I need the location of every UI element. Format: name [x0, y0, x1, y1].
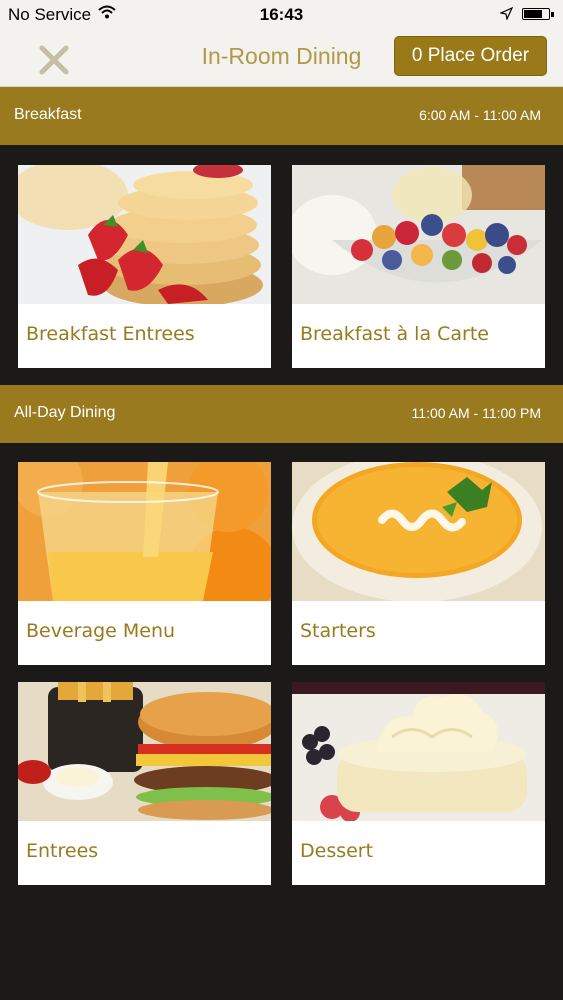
menu-card-label: Breakfast à la Carte — [300, 323, 489, 345]
menu-card-label: Beverage Menu — [26, 620, 176, 642]
section-header-breakfast: Breakfast 6:00 AM - 11:00 AM — [0, 87, 563, 145]
section-hours: 11:00 AM - 11:00 PM — [411, 405, 541, 421]
section-header-all-day-dining: All-Day Dining 11:00 AM - 11:00 PM — [0, 385, 563, 443]
orange-juice-photo — [18, 462, 271, 601]
menu-card-breakfast-entrees[interactable]: Breakfast Entrees — [18, 165, 271, 368]
pancakes-strawberries-photo — [18, 165, 271, 304]
location-arrow-icon — [499, 5, 514, 25]
menu-card-label: Entrees — [26, 840, 99, 862]
clock: 16:43 — [259, 5, 304, 24]
menu-card-breakfast-a-la-carte[interactable]: Breakfast à la Carte — [292, 165, 545, 368]
fruit-bowl-photo — [292, 165, 545, 304]
menu-card-label: Starters — [300, 620, 376, 642]
menu-card-label: Breakfast Entrees — [26, 323, 195, 345]
soup-bowl-photo — [292, 462, 545, 601]
section-hours: 6:00 AM - 11:00 AM — [419, 107, 541, 123]
menu-card-dessert[interactable]: Dessert — [292, 682, 545, 885]
menu-card-label: Dessert — [300, 840, 374, 862]
menu-card-beverage-menu[interactable]: Beverage Menu — [18, 462, 271, 665]
section-title: Breakfast — [14, 106, 82, 123]
place-order-button[interactable]: 0 Place Order — [394, 36, 547, 76]
status-bar: No Service 16:43 — [0, 0, 563, 30]
close-button[interactable] — [34, 40, 74, 80]
nav-bar: In-Room Dining 0 Place Order — [0, 30, 563, 87]
burger-fries-photo — [18, 682, 271, 821]
section-title: All-Day Dining — [14, 404, 116, 421]
battery-icon — [522, 8, 554, 20]
cheesecake-photo — [292, 682, 545, 821]
close-icon — [39, 45, 69, 75]
menu-card-entrees[interactable]: Entrees — [18, 682, 271, 885]
menu-card-starters[interactable]: Starters — [292, 462, 545, 665]
